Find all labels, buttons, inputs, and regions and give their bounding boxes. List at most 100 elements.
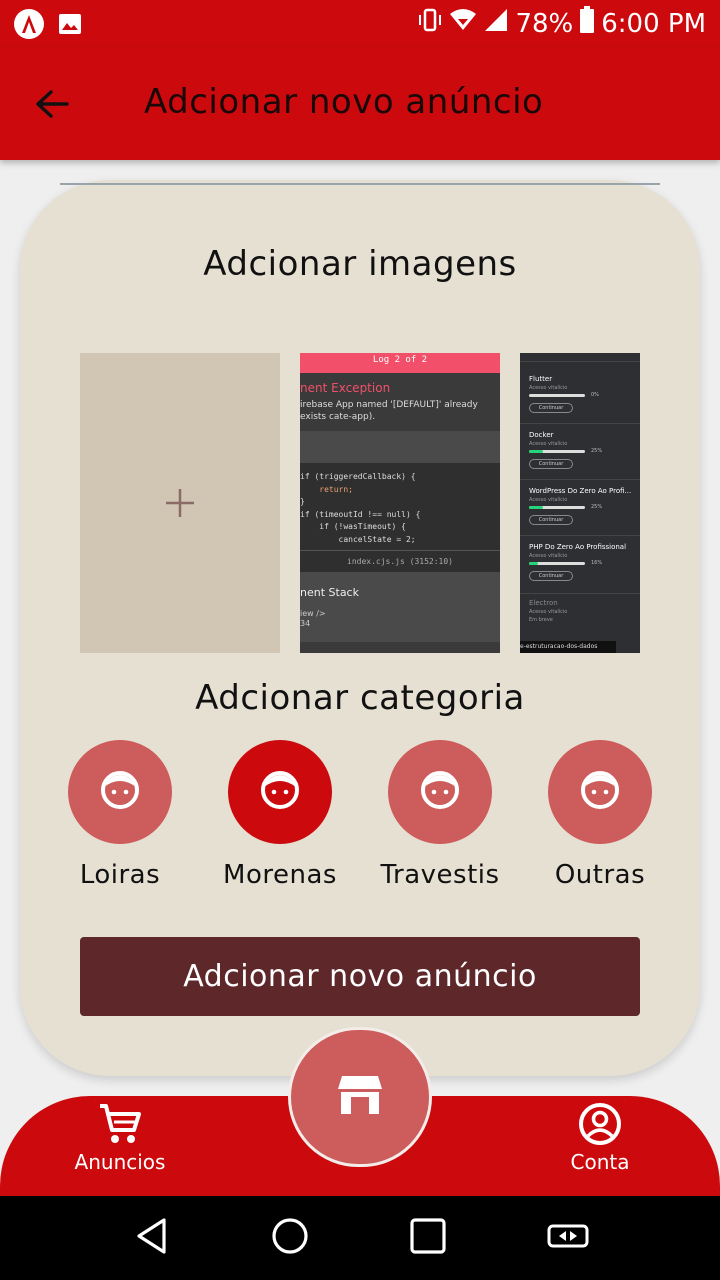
thumb-log-header: Log 2 of 2 <box>300 353 500 373</box>
app-bar: Adcionar novo anúncio <box>0 48 720 160</box>
category-morenas[interactable]: Morenas <box>200 740 360 890</box>
status-bar: 78% 6:00 PM <box>0 0 720 48</box>
system-home-button[interactable] <box>268 1216 312 1260</box>
code-line: if (timeoutId !== null) { <box>300 509 421 519</box>
face-icon <box>100 770 140 814</box>
clock-time: 6:00 PM <box>601 8 706 39</box>
nav-label: Anuncios <box>74 1150 166 1174</box>
submit-ad-button[interactable]: Adcionar novo anúncio <box>80 937 640 1016</box>
thumb-code-block: if (triggeredCallback) { return;} if (tim… <box>300 463 500 550</box>
course-continue-button: Continuar <box>529 571 573 581</box>
signal-icon <box>483 7 509 40</box>
battery-percent: 78% <box>515 8 574 39</box>
category-button[interactable] <box>388 740 492 844</box>
account-icon <box>578 1103 622 1150</box>
category-label: Outras <box>554 860 646 890</box>
thumb-separator <box>520 423 640 424</box>
code-line: cancelState = 2; <box>300 534 416 544</box>
course-progress-bar: 25% <box>529 504 602 510</box>
arrow-left-icon <box>35 89 69 123</box>
back-button[interactable] <box>28 82 76 130</box>
nav-anuncios[interactable]: Anuncios <box>50 1102 190 1174</box>
page-title: Adcionar novo anúncio <box>144 82 544 122</box>
nav-conta[interactable]: Conta <box>530 1102 670 1174</box>
course-progress-fill <box>529 562 538 565</box>
course-name: Electron <box>529 599 558 607</box>
images-section-title: Adcionar imagens <box>203 244 517 284</box>
vibrate-icon <box>417 7 443 40</box>
status-right-icons: 78% 6:00 PM <box>417 6 706 41</box>
course-progress-bar: 16% <box>529 560 602 566</box>
category-travestis[interactable]: Travestis <box>360 740 520 890</box>
course-continue-button: Continuar <box>529 403 573 413</box>
app-logo-icon <box>14 9 44 43</box>
thumb-separator <box>520 361 640 362</box>
system-nav-bar <box>0 1196 720 1280</box>
face-icon <box>420 770 460 814</box>
course-percent: 25% <box>591 448 603 454</box>
image-thumbnail-2[interactable]: Flutter Acesso vitalício 0% Continuar Do… <box>520 353 640 653</box>
system-back-button[interactable] <box>130 1216 174 1260</box>
course-item: Flutter Acesso vitalício 0% Continuar <box>529 375 637 413</box>
thumb-stack-title: nent Stack <box>300 586 359 599</box>
category-loiras[interactable]: Loiras <box>40 740 200 890</box>
code-line: if (!wasTimeout) { <box>300 522 406 531</box>
course-continue-button: Continuar <box>529 459 573 469</box>
thumb-stack-section: nent Stack iew /> 34 <box>300 572 500 642</box>
category-button-selected[interactable] <box>228 740 332 844</box>
battery-icon <box>579 6 595 41</box>
course-progress-fill <box>529 450 543 453</box>
course-item: Electron Acesso vitalício Em breve <box>529 599 637 623</box>
course-progress-bar: 0% <box>529 392 599 398</box>
category-button[interactable] <box>68 740 172 844</box>
course-percent: 16% <box>591 560 603 566</box>
thumb-stack-sub2: 34 <box>300 619 311 628</box>
course-sub: Acesso vitalício <box>529 553 568 559</box>
course-sub: Em breve <box>529 617 553 623</box>
form-card: Adcionar imagens Log 2 of 2 nent Excepti… <box>20 180 700 1076</box>
course-sub: Acesso vitalício <box>529 497 568 503</box>
thumb-gray-band <box>300 431 500 463</box>
wifi-icon <box>449 8 477 39</box>
course-item: PHP Do Zero Ao Profissional Acesso vital… <box>529 543 637 581</box>
course-percent: 0% <box>591 392 599 398</box>
status-left-icons <box>14 9 82 43</box>
course-name: Flutter <box>529 375 553 383</box>
course-progress-bar: 25% <box>529 448 602 454</box>
recents-square-icon <box>409 1217 447 1259</box>
course-item: WordPress Do Zero Ao Profi... Acesso vit… <box>529 487 637 525</box>
category-label: Loiras <box>79 860 161 890</box>
thumb-exception-message: irebase App named '[DEFAULT]' already ex… <box>300 400 478 422</box>
plus-icon <box>164 479 196 527</box>
course-sub: Acesso vitalício <box>529 609 568 615</box>
face-icon <box>260 770 300 814</box>
category-button[interactable] <box>548 740 652 844</box>
system-recents-button[interactable] <box>406 1216 450 1260</box>
category-section-title: Adcionar categoria <box>195 678 525 718</box>
image-icon <box>58 13 82 39</box>
back-triangle-icon <box>134 1217 170 1259</box>
course-sub: Acesso vitalício <box>529 385 568 391</box>
course-item: Docker Acesso vitalício 25% Continuar <box>529 431 637 469</box>
thumb-separator <box>520 593 640 594</box>
image-thumbnail-1[interactable]: Log 2 of 2 nent Exception irebase App na… <box>300 353 500 653</box>
home-circle-icon <box>271 1217 309 1259</box>
thumb-stack-sub1: iew /> <box>300 609 326 618</box>
code-line: return; <box>300 484 353 494</box>
add-image-button[interactable] <box>80 353 280 653</box>
course-name: WordPress Do Zero Ao Profi... <box>529 487 632 495</box>
face-icon <box>580 770 620 814</box>
store-fab-button[interactable] <box>288 1027 432 1167</box>
top-divider <box>60 183 660 185</box>
category-outras[interactable]: Outras <box>520 740 680 890</box>
course-sub: Acesso vitalício <box>529 441 568 447</box>
thumb-exception-title: nent Exception <box>300 381 391 395</box>
code-line: } <box>300 497 305 506</box>
rotate-icon <box>546 1221 590 1255</box>
thumb-separator <box>520 535 640 536</box>
course-continue-button: Continuar <box>529 515 573 525</box>
thumb-footer: e-estruturacao-dos-dados <box>520 641 616 653</box>
category-label: Travestis <box>380 860 500 890</box>
system-rotate-button[interactable] <box>546 1216 590 1260</box>
thumb-file-ref: index.cjs.js (3152:10) <box>300 550 500 572</box>
